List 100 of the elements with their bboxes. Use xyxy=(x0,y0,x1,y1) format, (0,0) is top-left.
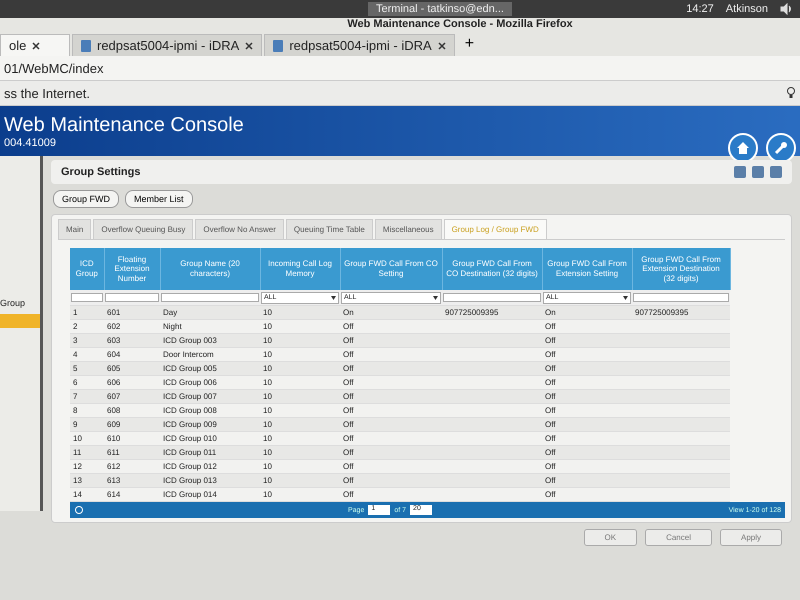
table-cell: 603 xyxy=(107,336,120,345)
table-cell: Off xyxy=(545,406,556,415)
table-cell: 610 xyxy=(107,434,120,443)
column-header[interactable]: Group FWD Call From CO Destination (32 digits) xyxy=(442,248,542,290)
table-cell: 612 xyxy=(107,462,120,471)
table-cell: 604 xyxy=(107,350,120,359)
column-header[interactable]: Group FWD Call From Extension Setting xyxy=(542,248,632,290)
table-cell: 607 xyxy=(107,392,120,401)
action-button[interactable]: Apply xyxy=(720,529,782,546)
table-cell: On xyxy=(343,308,354,317)
refresh-icon[interactable] xyxy=(74,505,84,515)
table-cell: Off xyxy=(343,364,354,373)
browser-tab[interactable]: redpsat5004-ipmi - iDRA xyxy=(264,34,455,56)
filter-field[interactable] xyxy=(105,293,159,302)
close-icon[interactable] xyxy=(438,42,446,50)
clock: 14:27 xyxy=(686,3,714,15)
table-cell: ICD Group 009 xyxy=(163,420,217,429)
settings-tab[interactable]: Overflow No Answer xyxy=(195,219,284,239)
table-cell: Off xyxy=(545,476,556,485)
table-cell: 10 xyxy=(263,406,272,415)
table-cell: Night xyxy=(163,322,182,331)
dropdown-arrow-icon[interactable] xyxy=(623,296,628,300)
table-cell: ICD Group 008 xyxy=(163,406,217,415)
column-header[interactable]: ICD Group xyxy=(70,248,104,290)
sidebar-item[interactable]: Group xyxy=(0,296,40,310)
table-cell: Off xyxy=(343,490,354,499)
bulb-icon[interactable] xyxy=(786,87,796,99)
table-cell: 10 xyxy=(263,322,272,331)
column-header[interactable]: Group FWD Call From CO Setting xyxy=(340,248,442,290)
filter-field[interactable] xyxy=(161,293,259,302)
action-button[interactable]: OK xyxy=(584,529,638,546)
table-cell: ICD Group 007 xyxy=(163,392,217,401)
table-cell: 602 xyxy=(107,322,120,331)
table-cell: Off xyxy=(343,448,354,457)
table-cell: 606 xyxy=(107,378,120,387)
table-cell: ICD Group 005 xyxy=(163,364,217,373)
table-cell: 13 xyxy=(73,476,82,485)
dropdown-arrow-icon[interactable] xyxy=(331,296,336,300)
table-cell: 10 xyxy=(263,364,272,373)
table-cell: 10 xyxy=(263,448,272,457)
column-header[interactable]: Floating Extension Number xyxy=(104,248,160,290)
table-cell: 10 xyxy=(263,476,272,485)
column-header[interactable]: Group Name (20 characters) xyxy=(160,248,260,290)
settings-tab[interactable]: Queuing Time Table xyxy=(286,219,373,239)
table-cell: 614 xyxy=(107,490,120,499)
table-cell: ICD Group 011 xyxy=(163,448,216,457)
taskbar-item[interactable]: Terminal - tatkinso@edn... xyxy=(368,2,512,16)
table-cell: 2 xyxy=(73,322,78,331)
table-cell: ICD Group 006 xyxy=(163,378,217,387)
action-button[interactable]: Cancel xyxy=(645,529,712,546)
filter-field[interactable] xyxy=(443,293,541,302)
settings-tab[interactable]: Miscellaneous xyxy=(374,219,442,239)
table-cell: Off xyxy=(545,378,556,387)
browser-tab[interactable]: redpsat5004-ipmi - iDRA xyxy=(72,34,262,56)
wrench-icon[interactable] xyxy=(766,133,796,163)
table-cell: 14 xyxy=(73,490,82,499)
table-cell: 7 xyxy=(73,392,78,401)
panel-button[interactable]: Member List xyxy=(125,190,193,208)
user-name: Atkinson xyxy=(726,3,768,15)
table-cell: 611 xyxy=(107,448,120,457)
table-cell: 613 xyxy=(107,476,120,485)
table-cell: Day xyxy=(163,308,178,317)
speaker-icon[interactable] xyxy=(780,3,792,15)
panel-button[interactable]: Group FWD xyxy=(53,190,120,208)
table-cell: Off xyxy=(545,392,556,401)
table-cell: 11 xyxy=(73,448,82,457)
page-icon xyxy=(81,40,91,52)
table-cell: 3 xyxy=(73,336,78,345)
new-tab-button[interactable]: + xyxy=(456,32,482,56)
table-cell: ICD Group 010 xyxy=(163,434,217,443)
close-icon[interactable] xyxy=(245,42,254,50)
column-header[interactable]: Group FWD Call From Extension Destination (32 digits) xyxy=(632,248,730,290)
home-icon[interactable] xyxy=(728,133,758,163)
table-cell: 10 xyxy=(263,350,272,359)
table-cell: 10 xyxy=(263,392,272,401)
table-cell: 601 xyxy=(107,308,120,317)
table-cell: 907725009395 xyxy=(635,308,688,317)
table-cell: 10 xyxy=(263,378,272,387)
table-cell: 608 xyxy=(107,406,120,415)
settings-tab[interactable]: Main xyxy=(58,219,92,239)
close-icon[interactable] xyxy=(32,42,40,50)
table-cell: Off xyxy=(545,448,556,457)
filter-field[interactable] xyxy=(71,293,103,302)
filter-field[interactable] xyxy=(633,293,729,302)
table-cell: 609 xyxy=(107,420,120,429)
table-cell: On xyxy=(545,308,556,317)
table-cell: Off xyxy=(545,364,556,373)
column-header[interactable]: Incoming Call Log Memory xyxy=(260,248,340,290)
window-title: Web Maintenance Console - Mozilla Firefox xyxy=(347,18,573,32)
table-cell: 4 xyxy=(73,350,78,359)
browser-tab[interactable]: ole xyxy=(0,34,70,56)
table-cell: 5 xyxy=(73,364,78,373)
settings-tab[interactable]: Overflow Queuing Busy xyxy=(93,219,194,239)
table-cell: ICD Group 013 xyxy=(163,476,217,485)
panel-title: Group Settings xyxy=(61,166,140,178)
page-icon xyxy=(273,40,284,52)
version-text: 004.41009 xyxy=(4,136,57,148)
address-bar[interactable]: 01/WebMC/index xyxy=(4,60,104,76)
dropdown-arrow-icon[interactable] xyxy=(433,296,438,300)
table-cell: 10 xyxy=(263,308,272,317)
